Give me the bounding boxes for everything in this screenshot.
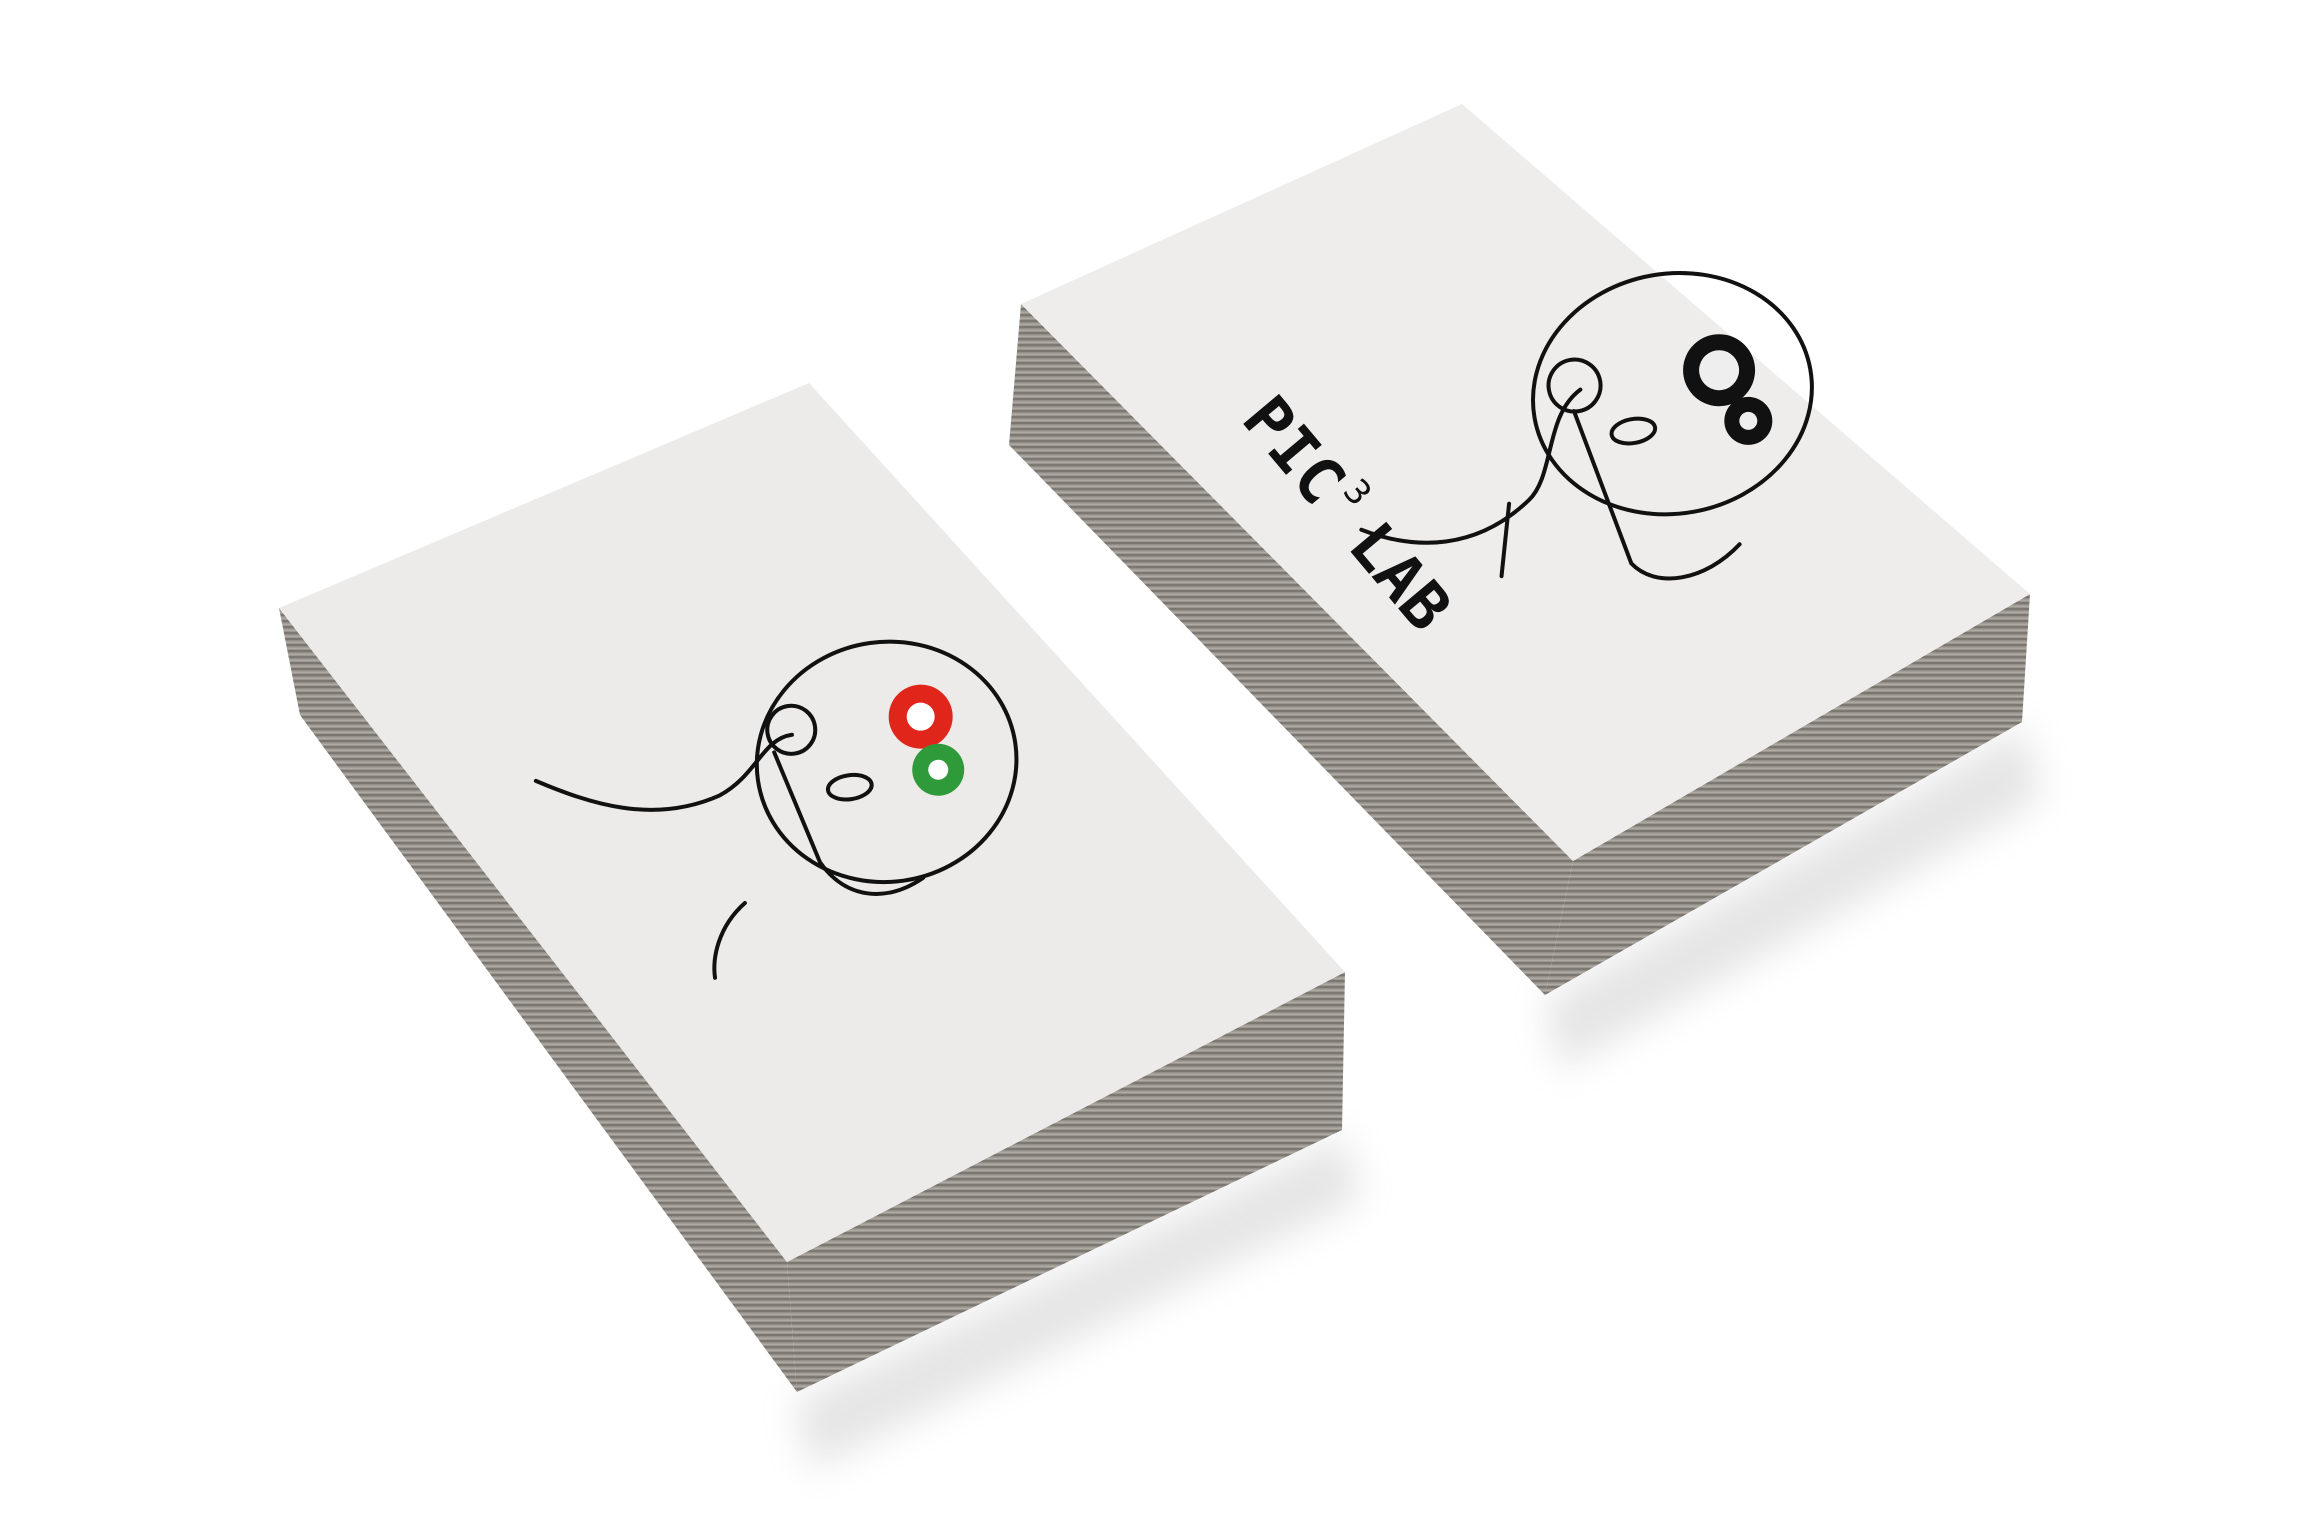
business-card-mockup: PIC 3 LAB <box>279 104 2040 1470</box>
